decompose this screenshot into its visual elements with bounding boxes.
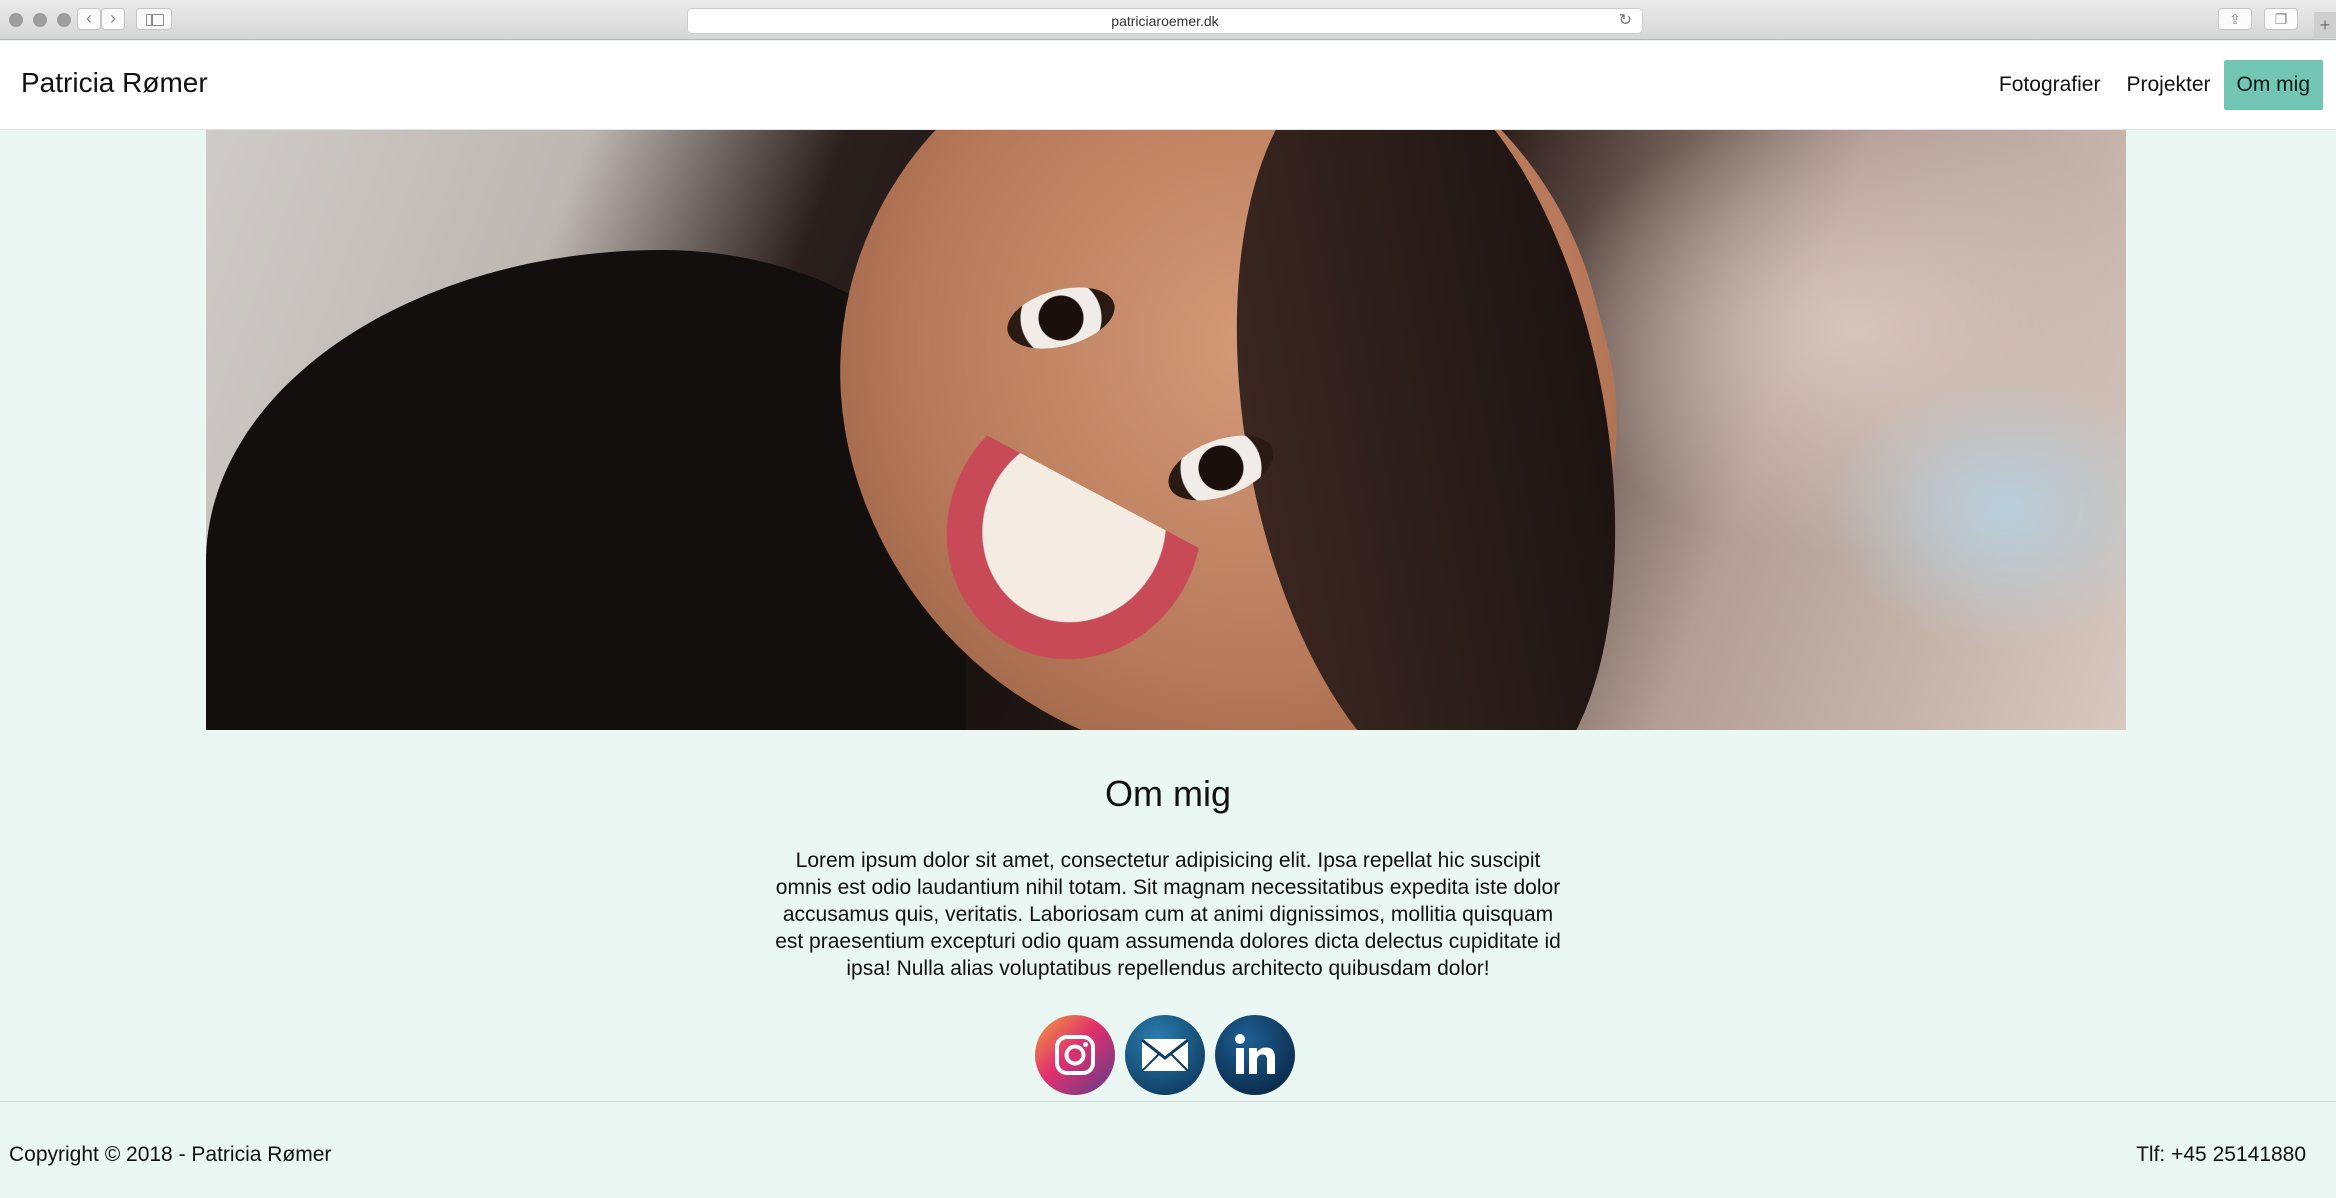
site-header: Patricia Rømer Fotografier Projekter Om … <box>0 41 2336 130</box>
reload-icon[interactable]: ↻ <box>1619 9 1632 33</box>
back-button[interactable]: ‹ <box>77 8 101 30</box>
email-icon[interactable] <box>1125 1015 1205 1095</box>
nav-fotografier[interactable]: Fotografier <box>1986 60 2114 110</box>
about-text: Lorem ipsum dolor sit amet, consectetur … <box>775 849 1561 980</box>
browser-toolbar: ‹ › patriciaroemer.dk ↻ ⇪ ❐ + <box>0 0 2336 40</box>
url-text: patriciaroemer.dk <box>1111 13 1219 29</box>
share-icon[interactable]: ⇪ <box>2218 8 2252 30</box>
main-nav: Fotografier Projekter Om mig <box>1986 60 2323 110</box>
hero-portrait-image <box>206 130 2126 730</box>
address-bar[interactable]: patriciaroemer.dk ↻ <box>687 8 1643 34</box>
footer-phone: Tlf: +45 25141880 <box>2136 1143 2306 1166</box>
linkedin-icon[interactable] <box>1215 1015 1295 1095</box>
footer-divider <box>0 1101 2336 1102</box>
new-tab-icon[interactable]: + <box>2314 12 2336 38</box>
sidebar-toggle-icon[interactable] <box>136 8 172 30</box>
instagram-icon[interactable] <box>1035 1015 1115 1095</box>
nav-om-mig[interactable]: Om mig <box>2223 60 2323 110</box>
nav-projekter[interactable]: Projekter <box>2113 60 2223 110</box>
forward-button[interactable]: › <box>101 8 125 30</box>
site-brand[interactable]: Patricia Rømer <box>21 67 208 99</box>
footer-copyright: Copyright © 2018 - Patricia Rømer <box>9 1143 332 1166</box>
social-links <box>1035 1015 1295 1095</box>
close-window-button[interactable] <box>9 13 23 27</box>
about-title: Om mig <box>1105 773 1231 814</box>
minimize-window-button[interactable] <box>33 13 47 27</box>
tabs-overview-icon[interactable]: ❐ <box>2264 8 2298 30</box>
maximize-window-button[interactable] <box>57 13 71 27</box>
